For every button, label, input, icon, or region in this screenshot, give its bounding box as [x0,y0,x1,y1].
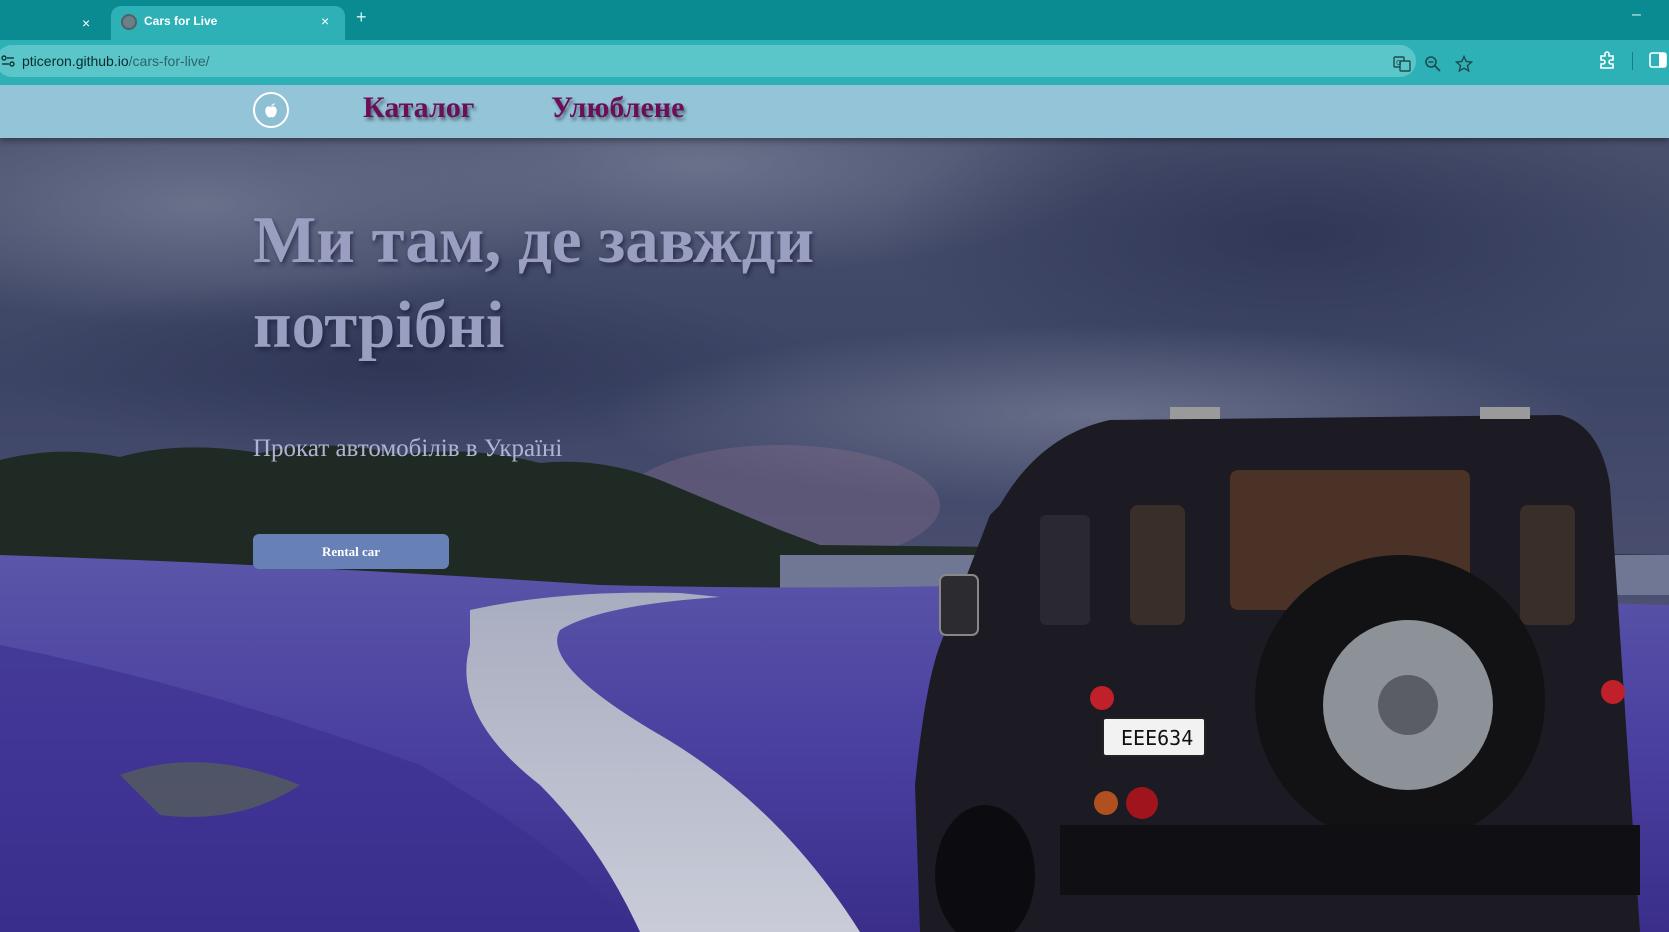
url-host: pticeron.github.io [22,53,129,69]
hero-subtitle: Прокат автомобілів в Україні [253,435,563,462]
url-path: /cars-for-live/ [128,53,210,69]
tab-close-icon[interactable]: × [82,16,90,30]
nav-favorites-link[interactable]: Улюблене [551,91,684,125]
jeep: EEE634 [915,407,1640,932]
translate-icon[interactable]: G [1393,55,1411,73]
tab-title: Cars for Live [144,14,218,28]
bookmark-star-icon[interactable] [1455,55,1473,73]
zoom-icon[interactable] [1424,55,1442,73]
svg-text:G: G [1396,59,1401,67]
toolbar-separator [1632,52,1633,70]
extensions-icon[interactable] [1597,50,1617,70]
browser-toolbar: pticeron.github.io/cars-for-live/ G [0,40,1669,85]
browser-tab-previous[interactable]: × [0,6,104,40]
apple-icon [265,103,277,118]
tab-close-icon[interactable]: × [321,14,329,28]
globe-favicon-icon [121,14,137,30]
web-page: EEE634 Каталог Улюблене Ми там, де завжд… [0,85,1669,932]
new-tab-button[interactable]: + [356,8,367,26]
site-info-icon[interactable] [0,53,16,69]
logo-button[interactable] [253,92,289,128]
browser-tabstrip: × Cars for Live × + – [0,0,1669,40]
rental-car-button[interactable]: Rental car [253,534,449,569]
address-bar[interactable]: pticeron.github.io/cars-for-live/ G [0,45,1473,77]
window-minimize-button[interactable]: – [1632,6,1641,24]
side-panel-icon[interactable] [1648,50,1668,70]
browser-tab-active[interactable]: Cars for Live × [111,6,345,40]
license-plate: EEE634 [1121,726,1193,750]
site-header: Каталог Улюблене [0,85,1669,138]
hero-title: Ми там, де завжди потрібні [253,203,815,362]
url-text[interactable]: pticeron.github.io/cars-for-live/ [22,53,210,69]
nav-catalog-link[interactable]: Каталог [363,91,474,125]
